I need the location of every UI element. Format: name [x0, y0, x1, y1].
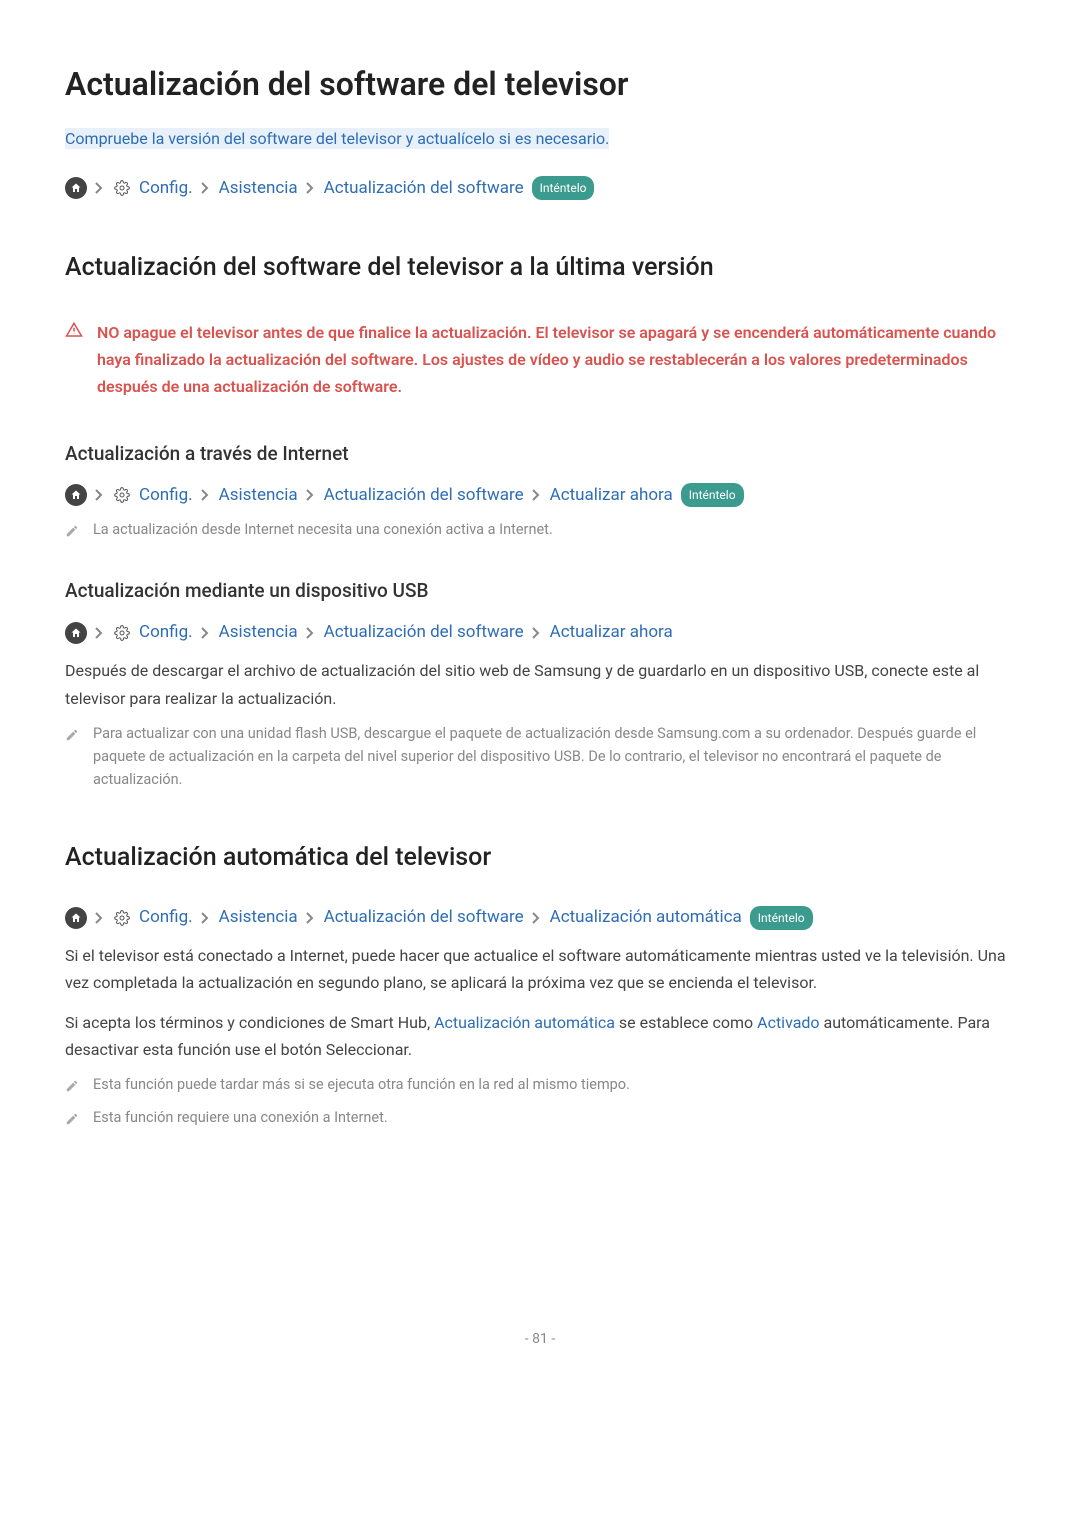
crumb-asistencia[interactable]: Asistencia [219, 176, 298, 202]
crumb-config[interactable]: Config. [139, 176, 193, 202]
crumb-asistencia[interactable]: Asistencia [219, 620, 298, 646]
chevron-right-icon [306, 912, 316, 924]
home-icon [65, 622, 87, 644]
auto-body1: Si el televisor está conectado a Interne… [65, 942, 1015, 996]
link-on[interactable]: Activado [757, 1013, 819, 1032]
settings-icon [113, 486, 131, 504]
chevron-right-icon [95, 489, 105, 501]
pencil-icon [65, 521, 79, 535]
try-it-button[interactable]: Inténtelo [681, 483, 744, 507]
breadcrumb-internet: Config. Asistencia Actualización del sof… [65, 483, 1015, 509]
crumb-asistencia[interactable]: Asistencia [219, 905, 298, 931]
chevron-right-icon [306, 627, 316, 639]
heading-latest-version: Actualización del software del televisor… [65, 249, 1015, 287]
home-icon [65, 484, 87, 506]
chevron-right-icon [532, 912, 542, 924]
auto-body2-pre: Si acepta los términos y condiciones de … [65, 1013, 434, 1032]
note-text: Esta función puede tardar más si se ejec… [93, 1073, 630, 1096]
crumb-software-update[interactable]: Actualización del software [324, 905, 524, 931]
home-icon [65, 177, 87, 199]
crumb-update-now[interactable]: Actualizar ahora [550, 620, 673, 646]
settings-icon [113, 624, 131, 642]
intro-text: Compruebe la versión del software del te… [65, 128, 609, 149]
page-title: Actualización del software del televisor [65, 60, 1015, 108]
chevron-right-icon [95, 912, 105, 924]
crumb-update-now[interactable]: Actualizar ahora [550, 483, 673, 509]
usb-body-text: Después de descargar el archivo de actua… [65, 657, 1015, 711]
crumb-software-update[interactable]: Actualización del software [324, 483, 524, 509]
warning-text: NO apague el televisor antes de que fina… [97, 319, 1015, 401]
crumb-software-update[interactable]: Actualización del software [324, 620, 524, 646]
pencil-icon [65, 725, 79, 739]
chevron-right-icon [201, 912, 211, 924]
chevron-right-icon [201, 489, 211, 501]
crumb-config[interactable]: Config. [139, 483, 193, 509]
breadcrumb-usb: Config. Asistencia Actualización del sof… [65, 620, 1015, 646]
crumb-config[interactable]: Config. [139, 905, 193, 931]
chevron-right-icon [95, 627, 105, 639]
auto-body2-mid: se establece como [615, 1013, 757, 1032]
chevron-right-icon [95, 182, 105, 194]
chevron-right-icon [306, 182, 316, 194]
chevron-right-icon [201, 182, 211, 194]
note-text: Para actualizar con una unidad flash USB… [93, 722, 1015, 792]
note-auto2: Esta función requiere una conexión a Int… [65, 1106, 1015, 1129]
try-it-button[interactable]: Inténtelo [532, 176, 595, 200]
heading-internet-update: Actualización a través de Internet [65, 440, 1015, 469]
crumb-auto-update[interactable]: Actualización automática [550, 905, 742, 931]
link-auto-update[interactable]: Actualización automática [434, 1013, 615, 1032]
home-icon [65, 907, 87, 929]
note-text: Esta función requiere una conexión a Int… [93, 1106, 388, 1129]
pencil-icon [65, 1076, 79, 1090]
auto-body2: Si acepta los términos y condiciones de … [65, 1009, 1015, 1063]
settings-icon [113, 179, 131, 197]
warning-icon [65, 321, 83, 339]
chevron-right-icon [532, 627, 542, 639]
heading-auto-update: Actualización automática del televisor [65, 839, 1015, 877]
warning-block: NO apague el televisor antes de que fina… [65, 315, 1015, 405]
settings-icon [113, 909, 131, 927]
note-auto1: Esta función puede tardar más si se ejec… [65, 1073, 1015, 1096]
crumb-asistencia[interactable]: Asistencia [219, 483, 298, 509]
chevron-right-icon [306, 489, 316, 501]
breadcrumb-auto: Config. Asistencia Actualización del sof… [65, 905, 1015, 931]
crumb-software-update[interactable]: Actualización del software [324, 176, 524, 202]
breadcrumb-main: Config. Asistencia Actualización del sof… [65, 176, 1015, 202]
chevron-right-icon [201, 627, 211, 639]
heading-usb-update: Actualización mediante un dispositivo US… [65, 577, 1015, 606]
note-text: La actualización desde Internet necesita… [93, 518, 553, 541]
note-internet: La actualización desde Internet necesita… [65, 518, 1015, 541]
crumb-config[interactable]: Config. [139, 620, 193, 646]
try-it-button[interactable]: Inténtelo [750, 906, 813, 930]
note-usb: Para actualizar con una unidad flash USB… [65, 722, 1015, 792]
chevron-right-icon [532, 489, 542, 501]
pencil-icon [65, 1109, 79, 1123]
page-number: - 81 - [65, 1329, 1015, 1350]
